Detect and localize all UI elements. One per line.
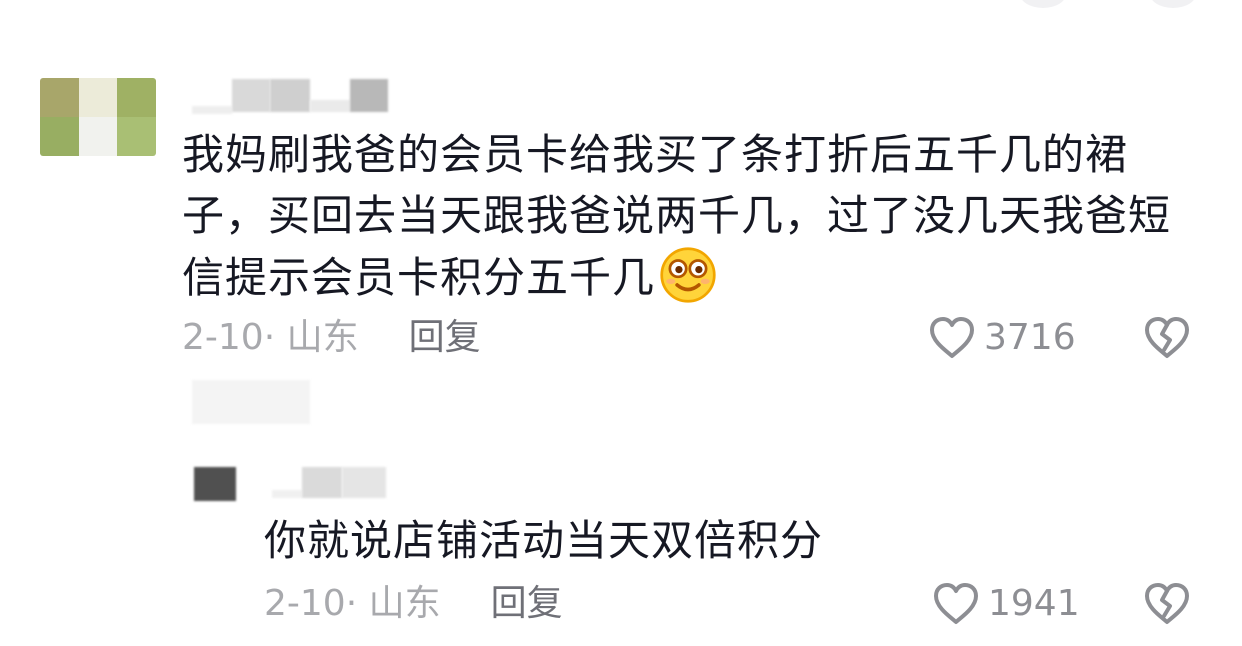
reply-avatar-mosaic [194, 467, 236, 501]
username-mosaic [192, 106, 232, 114]
reply-reply-button[interactable]: 回复 [491, 583, 563, 624]
top-edge-bubble-right [1150, 0, 1196, 8]
avatar-pixel [117, 78, 156, 117]
comment-text: 我妈刷我爸的会员卡给我买了条打折后五千几的裙子，买回去当天跟我爸说两千几，过了没… [182, 124, 1192, 308]
avatar-pixel [78, 117, 118, 156]
redacted-divider-mosaic [192, 380, 310, 424]
avatar-pixel [40, 78, 79, 117]
heart-outline-icon [930, 317, 974, 358]
reply-username-mosaic [272, 490, 302, 498]
username-mosaic [270, 79, 310, 112]
smiling-face-icon [660, 247, 716, 303]
username-mosaic [310, 100, 350, 112]
avatar[interactable] [40, 78, 156, 156]
reply-date-location: 2-10· 山东 [264, 583, 441, 624]
broken-heart-icon[interactable] [1143, 316, 1191, 360]
reply-button[interactable]: 回复 [409, 317, 481, 358]
comment-meta: 2-10· 山东 回复 [182, 316, 481, 360]
top-edge-bubble-left [1020, 0, 1066, 8]
reply-username-mosaic [302, 467, 342, 498]
reply-like-button[interactable]: 1941 [932, 582, 1080, 626]
heart-outline-icon [934, 583, 978, 624]
avatar-pixel [117, 117, 156, 156]
avatar-pixel [40, 117, 79, 156]
like-count: 3716 [984, 317, 1076, 358]
reply-username-mosaic [342, 467, 386, 498]
username-mosaic [232, 79, 270, 112]
avatar-pixel [78, 78, 118, 117]
reply-like-count: 1941 [988, 583, 1080, 624]
reply-text: 你就说店铺活动当天双倍积分 [264, 516, 824, 565]
username-mosaic [350, 79, 388, 112]
reply-meta: 2-10· 山东 回复 [264, 582, 563, 626]
comment-date-location: 2-10· 山东 [182, 317, 359, 358]
broken-heart-icon[interactable] [1143, 582, 1191, 626]
like-button[interactable]: 3716 [928, 316, 1076, 360]
